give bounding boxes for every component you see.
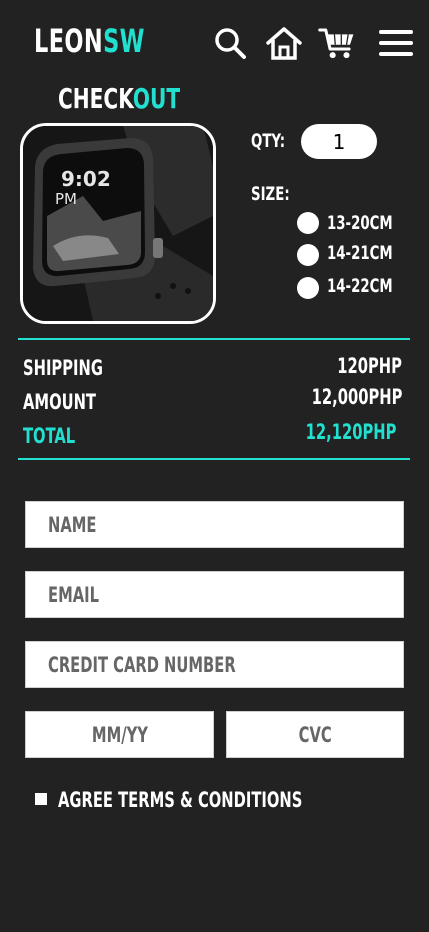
total-value: 12,120PHP (305, 420, 396, 444)
size-radio-14-21[interactable] (297, 244, 319, 266)
email-placeholder: EMAIL (48, 582, 100, 607)
terms-checkbox[interactable] (35, 793, 47, 805)
expiry-field[interactable]: MM/YY (25, 711, 214, 758)
cvc-placeholder: CVC (298, 722, 332, 747)
qty-label: QTY: (251, 130, 286, 152)
total-label: TOTAL (23, 424, 76, 448)
amount-value: 12,000PHP (311, 385, 402, 409)
email-field[interactable]: EMAIL (25, 571, 404, 618)
product-image: 9:02 PM (20, 123, 216, 324)
summary-bottom-divider (18, 458, 410, 460)
name-placeholder: NAME (48, 512, 97, 537)
size-label: SIZE: (251, 183, 290, 205)
logo[interactable]: LEONSW (34, 22, 145, 60)
qty-input[interactable]: 1 (301, 124, 377, 159)
amount-label: AMOUNT (23, 390, 96, 414)
search-icon[interactable] (211, 24, 249, 62)
shipping-value: 120PHP (337, 354, 402, 378)
cvc-field[interactable]: CVC (226, 711, 404, 758)
qty-value: 1 (332, 129, 346, 154)
size-radio-14-22[interactable] (297, 277, 319, 299)
size-option-label[interactable]: 14-22CM (327, 275, 393, 297)
summary-top-divider (18, 338, 410, 340)
size-radio-13-20[interactable] (297, 212, 319, 234)
watch-time: 9:02 (61, 167, 111, 191)
shipping-label: SHIPPING (23, 356, 103, 380)
smartwatch-image: 9:02 PM (23, 126, 213, 321)
logo-main: LEON (34, 22, 104, 60)
watch-ampm: PM (55, 190, 77, 208)
page-title-main: CHECK (58, 82, 133, 115)
terms-label[interactable]: AGREE TERMS & CONDITIONS (58, 788, 302, 812)
logo-accent: SW (103, 22, 145, 60)
menu-icon[interactable] (377, 24, 415, 62)
size-option-label[interactable]: 13-20CM (327, 212, 393, 234)
size-option-label[interactable]: 14-21CM (327, 242, 393, 264)
page-title: CHECKOUT (58, 82, 180, 115)
cart-icon[interactable] (318, 24, 356, 62)
credit-card-field[interactable]: CREDIT CARD NUMBER (25, 641, 404, 688)
expiry-placeholder: MM/YY (91, 722, 148, 747)
home-icon[interactable] (265, 24, 303, 62)
name-field[interactable]: NAME (25, 501, 404, 548)
credit-card-placeholder: CREDIT CARD NUMBER (48, 652, 236, 677)
page-title-accent: OUT (132, 82, 181, 115)
